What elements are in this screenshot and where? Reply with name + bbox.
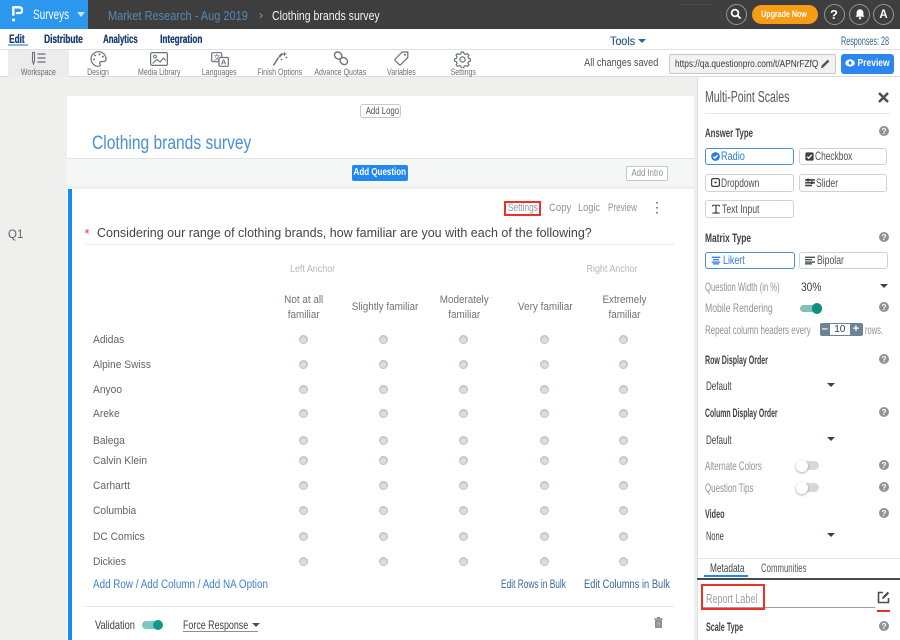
svg-text:A: A: [221, 57, 227, 66]
